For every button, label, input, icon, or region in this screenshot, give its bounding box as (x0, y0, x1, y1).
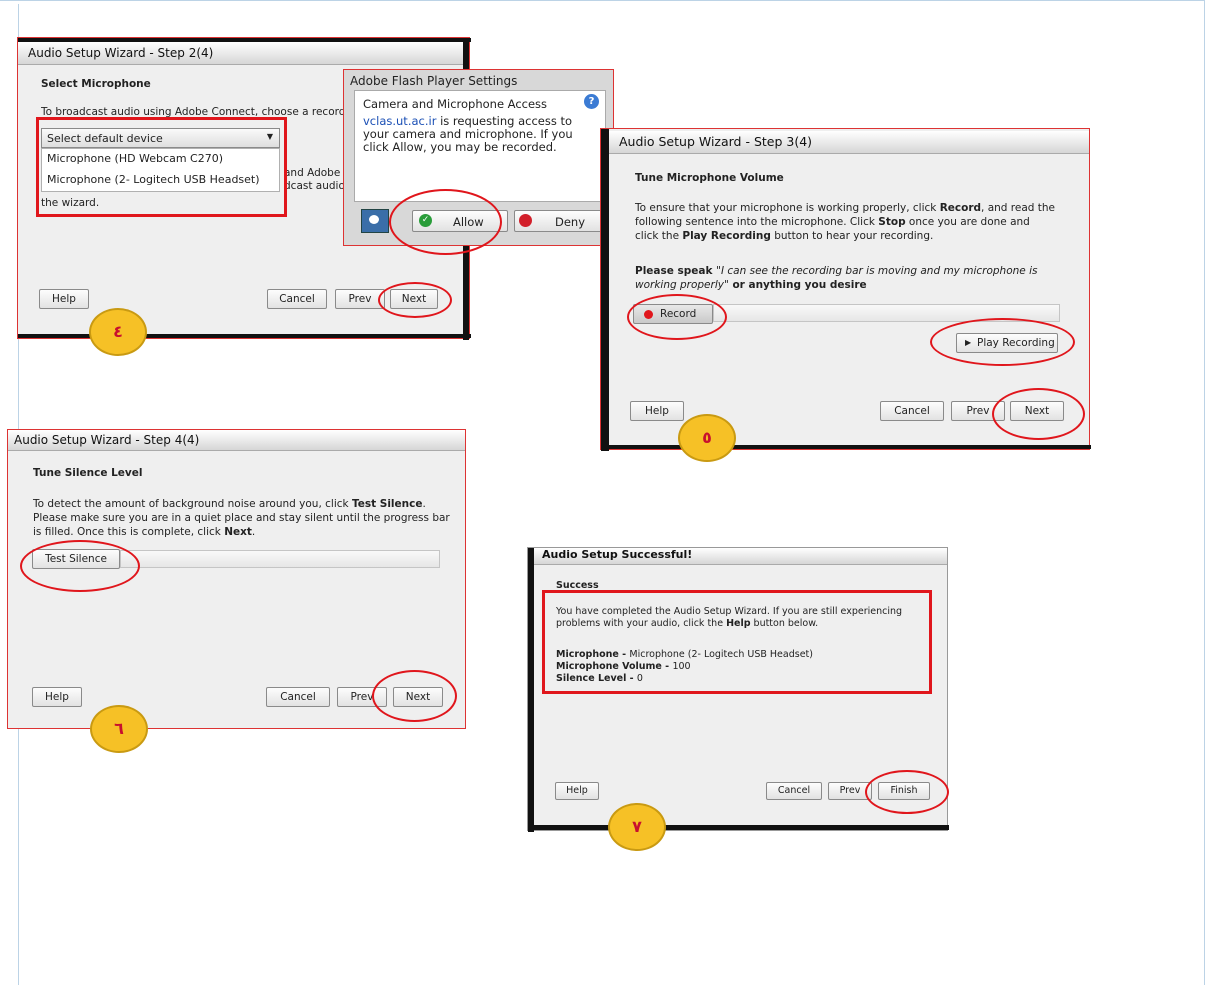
dialog-edge (601, 129, 609, 451)
domain-link[interactable]: vclas.ut.ac.ir (363, 114, 436, 128)
help-button[interactable]: Help (32, 687, 82, 707)
text: Play Recording (682, 230, 771, 242)
dialog-title: Audio Setup Wizard - Step 2(4) (18, 42, 463, 65)
cancel-button[interactable]: Cancel (266, 687, 330, 707)
text: Stop (878, 216, 906, 228)
highlight-box (542, 590, 932, 694)
section-heading: Tune Microphone Volume (635, 172, 784, 184)
partial-text: dcast audio, (284, 180, 349, 192)
help-button[interactable]: Help (39, 289, 89, 309)
dialog-title: Audio Setup Successful! (534, 548, 947, 565)
flash-title: Adobe Flash Player Settings (350, 74, 518, 88)
cancel-button[interactable]: Cancel (766, 782, 822, 800)
step-badge: ٥ (678, 414, 736, 462)
speak-prompt: Please speak "I can see the recording ba… (635, 264, 1055, 292)
text: To detect the amount of background noise… (33, 498, 352, 510)
dialog-title: Audio Setup Wizard - Step 3(4) (609, 131, 1089, 154)
step-badge: ٦ (90, 705, 148, 753)
help-icon-glyph: ? (588, 96, 595, 107)
deny-button[interactable]: Deny (514, 210, 604, 232)
highlight-oval (627, 294, 727, 340)
text: To ensure that your microphone is workin… (635, 202, 940, 214)
highlight-oval (372, 670, 457, 722)
camera-icon[interactable] (361, 209, 389, 233)
section-heading: Select Microphone (41, 78, 151, 90)
deny-label: Deny (555, 215, 586, 229)
highlight-oval (389, 189, 502, 255)
dialog-edge (528, 825, 949, 830)
dialog-edge (18, 334, 471, 338)
text: Test Silence (351, 498, 423, 510)
highlight-oval (378, 282, 452, 318)
instructions: To detect the amount of background noise… (33, 497, 453, 539)
section-heading: Tune Silence Level (33, 467, 143, 479)
partial-text: and Adobe C (284, 167, 351, 179)
step-badge: ٧ (608, 803, 666, 851)
instructions: To ensure that your microphone is workin… (635, 201, 1055, 243)
dialog-edge (528, 548, 534, 832)
help-button[interactable]: Help (555, 782, 599, 800)
flash-panel: Camera and Microphone Access ? vclas.ut.… (354, 90, 606, 202)
step-badge: ٤ (89, 308, 147, 356)
flash-message: vclas.ut.ac.ir is requesting access to y… (363, 115, 599, 154)
text: or anything you desire (728, 279, 867, 291)
cancel-button[interactable]: Cancel (267, 289, 327, 309)
cancel-button[interactable]: Cancel (880, 401, 944, 421)
highlight-oval (865, 770, 949, 814)
highlight-oval (992, 388, 1085, 440)
text: Please speak (635, 265, 717, 277)
silence-progress-bar (120, 550, 440, 568)
text: . (251, 526, 256, 538)
text: button to hear your recording. (770, 230, 934, 242)
text: Record (939, 202, 982, 214)
dialog-title: Audio Setup Wizard - Step 4(4) (8, 430, 465, 451)
deny-icon (519, 214, 532, 227)
text: Next (224, 526, 252, 538)
dialog-edge (18, 38, 471, 42)
dialog-edge (601, 445, 1091, 449)
highlight-oval (930, 318, 1075, 366)
highlight-box (36, 117, 287, 217)
help-button[interactable]: Help (630, 401, 684, 421)
highlight-oval (20, 540, 140, 592)
flash-heading: Camera and Microphone Access (363, 97, 548, 111)
help-icon[interactable]: ? (584, 94, 599, 109)
